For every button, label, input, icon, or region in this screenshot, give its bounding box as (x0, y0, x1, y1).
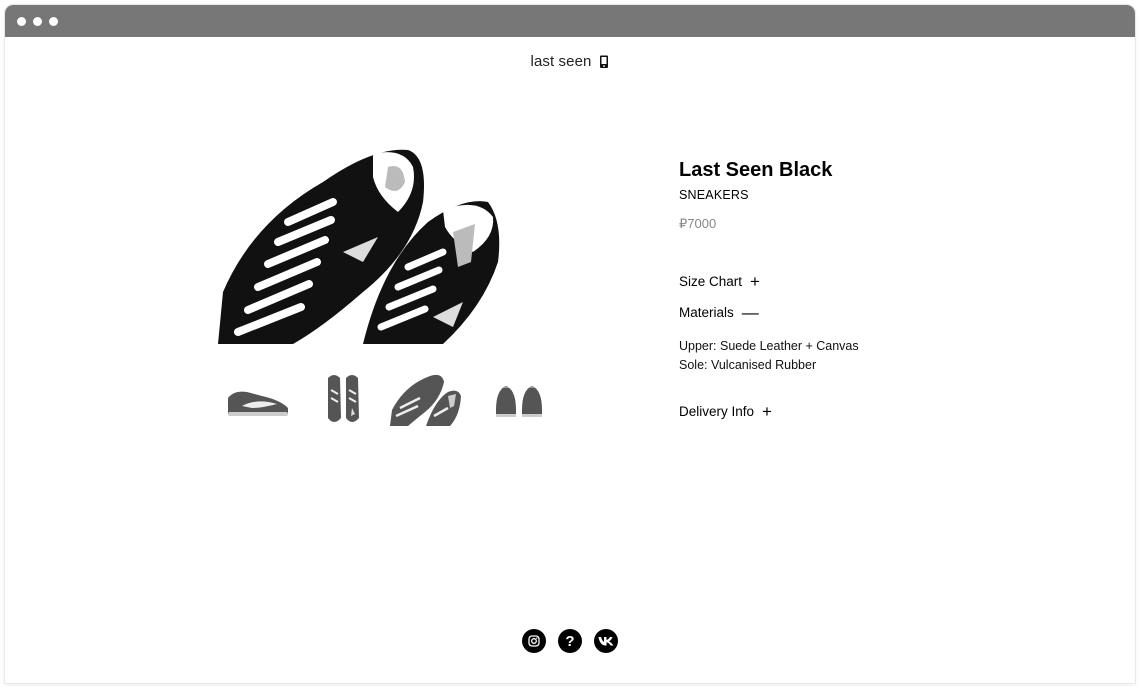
size-chart-label: Size Chart (679, 274, 743, 289)
help-icon[interactable]: ? (558, 629, 582, 653)
product-category: SNEAKERS (679, 188, 749, 202)
brand-logo[interactable]: last seen (531, 53, 592, 70)
product-title: Last Seen Black (679, 159, 833, 181)
window-minimize-button[interactable] (33, 17, 42, 26)
materials-content: Upper: Suede Leather + Canvas Sole: Vulc… (679, 337, 859, 375)
phone-bag-icon[interactable] (599, 55, 609, 69)
product-main-image[interactable] (213, 142, 503, 344)
expand-plus-icon: + (750, 271, 760, 291)
size-chart-toggle[interactable]: Size Chart + (679, 271, 760, 291)
instagram-icon[interactable] (522, 629, 546, 653)
vk-icon[interactable] (594, 629, 618, 653)
footer-social: ? (0, 629, 1140, 653)
shoes-top-view-image (213, 142, 503, 344)
materials-upper: Upper: Suede Leather + Canvas (679, 339, 859, 353)
thumbnail-side-view[interactable] (222, 370, 292, 426)
product-price: ₽7000 (679, 216, 717, 231)
thumbnail-angled-view[interactable] (390, 370, 462, 426)
collapse-minus-icon: — (741, 302, 759, 322)
materials-toggle[interactable]: Materials — (679, 302, 759, 322)
thumbnail-back-view[interactable] (490, 370, 550, 426)
window-close-button[interactable] (17, 17, 26, 26)
expand-plus-icon: + (762, 401, 772, 421)
thumbnail-top-pair[interactable] (324, 370, 364, 426)
site-header: last seen (0, 53, 1140, 70)
window-maximize-button[interactable] (49, 17, 58, 26)
window-titlebar (5, 5, 1135, 37)
thumbnail-strip (220, 370, 560, 430)
browser-window (5, 5, 1135, 683)
product-info: Last Seen Black SNEAKERS ₽7000 (679, 158, 979, 232)
materials-label: Materials (679, 305, 734, 320)
delivery-info-label: Delivery Info (679, 404, 755, 419)
materials-sole: Sole: Vulcanised Rubber (679, 358, 817, 372)
delivery-info-toggle[interactable]: Delivery Info + (679, 401, 772, 421)
